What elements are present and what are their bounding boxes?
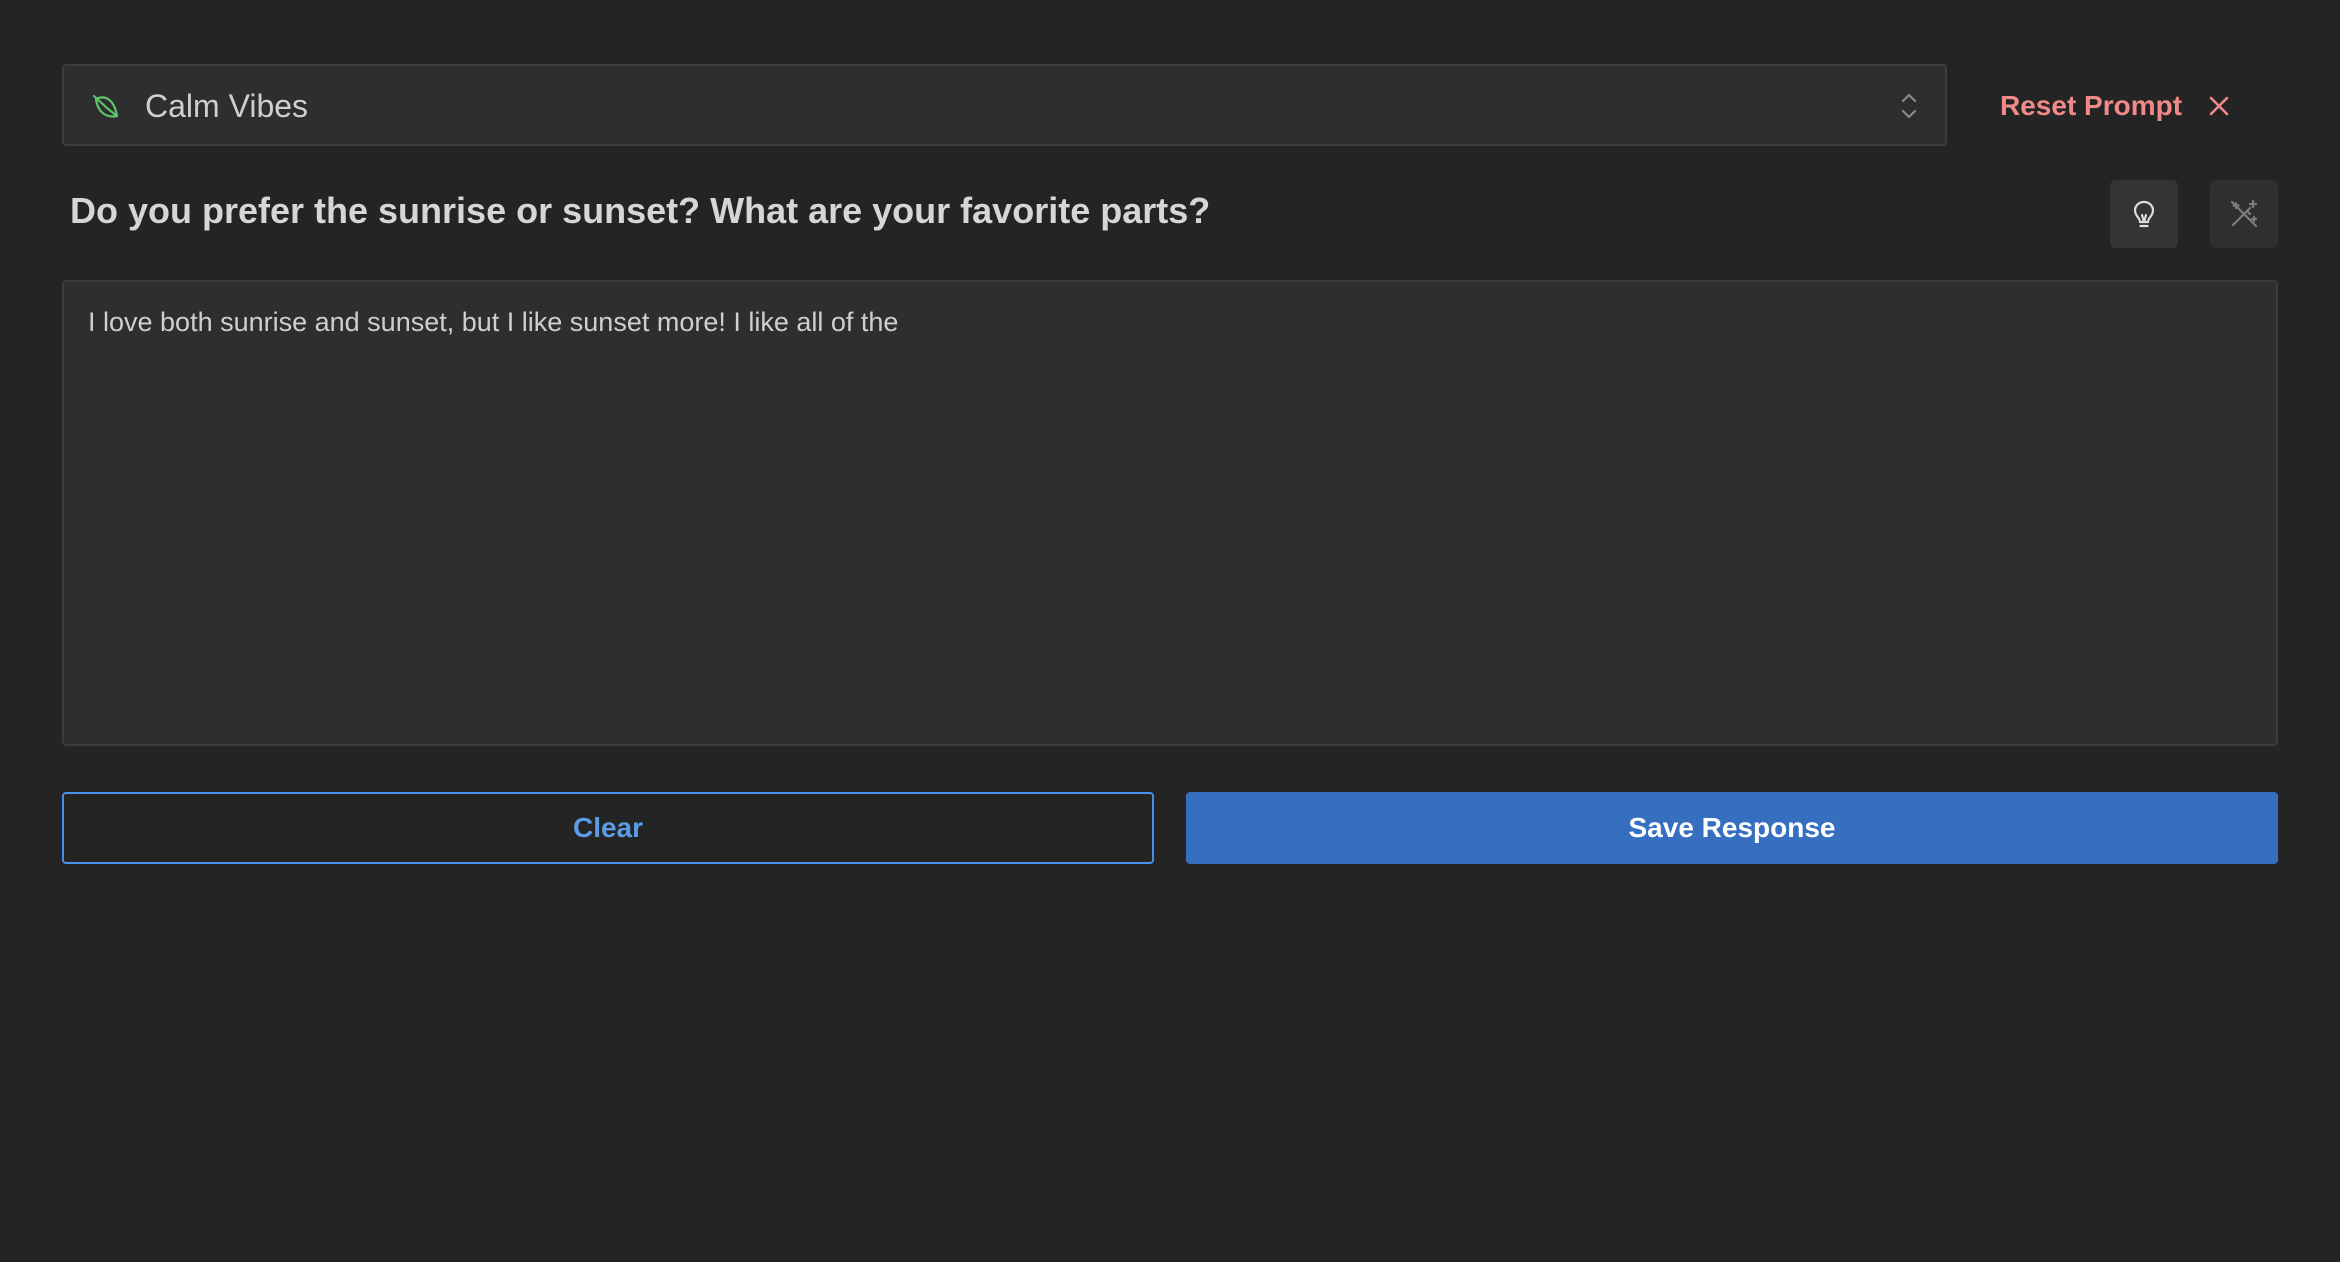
prompt-question: Do you prefer the sunrise or sunset? Wha… [70, 190, 1211, 231]
response-textarea[interactable]: I love both sunrise and sunset, but I li… [62, 280, 2278, 746]
reset-prompt-button[interactable]: Reset Prompt [2000, 82, 2230, 130]
journal-prompt-page: Calm Vibes Reset Prompt Do you prefer th… [0, 0, 2340, 1262]
reset-prompt-label: Reset Prompt [2000, 90, 2183, 121]
magic-button[interactable] [2210, 180, 2278, 248]
close-icon [2209, 96, 2229, 116]
leaf-icon [92, 94, 119, 118]
lightbulb-icon [2133, 200, 2155, 228]
magic-wand-icon [2230, 199, 2258, 228]
hint-button[interactable] [2110, 180, 2178, 248]
mood-select-value: Calm Vibes [145, 88, 309, 124]
save-response-button[interactable]: Save Response [1186, 792, 2278, 864]
mood-select[interactable]: Calm Vibes [62, 64, 1947, 146]
up-down-chevron-icon [1901, 93, 1917, 119]
clear-button[interactable]: Clear [62, 792, 1154, 864]
